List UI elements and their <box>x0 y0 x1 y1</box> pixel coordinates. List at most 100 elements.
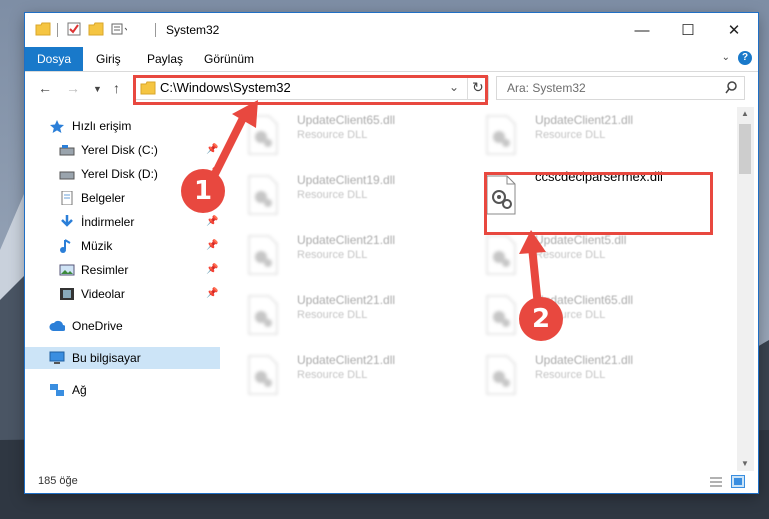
file-name: UpdateClient19.dll <box>297 173 396 187</box>
customize-toolbar-icon[interactable] <box>111 21 127 37</box>
file-type: Resource DLL <box>297 189 368 201</box>
dll-file-icon <box>248 115 278 155</box>
download-icon <box>61 215 73 227</box>
scroll-thumb[interactable] <box>739 124 751 174</box>
file-name: UpdateClient21.dll <box>297 353 396 367</box>
sidebar-item-label: Bu bilgisayar <box>72 351 141 365</box>
tab-paylas[interactable]: Paylaş <box>135 47 195 71</box>
scroll-up-icon[interactable]: ▲ <box>741 109 749 118</box>
details-view-icon[interactable] <box>709 476 723 488</box>
sidebar-item-pictures[interactable]: Resimler 📌 <box>25 259 220 281</box>
help-button[interactable]: ? <box>738 51 752 65</box>
pictures-icon <box>59 264 75 276</box>
tab-gorunum[interactable]: Görünüm <box>192 47 266 71</box>
file-type: Resource DLL <box>297 369 368 381</box>
sidebar-item-label: Yerel Disk (C:) <box>81 143 158 157</box>
file-name: UpdateClient5.dll <box>535 233 627 247</box>
title-bar: System32 — ☐ ✕ <box>25 13 758 47</box>
ribbon-tabs: Dosya Giriş Paylaş Görünüm ⌄ ? <box>25 47 758 72</box>
pin-icon[interactable]: 📌 <box>206 211 218 233</box>
scroll-down-icon[interactable]: ▼ <box>741 459 749 468</box>
cloud-icon <box>49 320 65 331</box>
dll-file-icon <box>486 235 516 275</box>
back-arrow-icon[interactable]: ← <box>38 80 52 96</box>
sidebar-item-network[interactable]: Ağ <box>25 379 220 401</box>
new-folder-icon[interactable] <box>88 21 104 37</box>
status-bar: 185 öğe <box>25 471 758 493</box>
sidebar-item-quick-access[interactable]: Hızlı erişim <box>25 115 220 137</box>
file-item[interactable]: UpdateClient21.dll Resource DLL <box>237 227 467 277</box>
sidebar-item-videos[interactable]: Videolar 📌 <box>25 283 220 305</box>
file-type: Resource DLL <box>535 369 606 381</box>
expand-ribbon-icon[interactable]: ⌄ <box>722 52 730 63</box>
sidebar-item-label: Resimler <box>81 263 129 277</box>
item-count: 185 öğe <box>38 475 78 487</box>
file-type: Resource DLL <box>297 309 368 321</box>
dll-file-icon <box>248 235 278 275</box>
computer-icon <box>49 351 65 364</box>
pin-icon[interactable]: 📌 <box>206 259 218 281</box>
file-item[interactable]: UpdateClient21.dll Resource DLL <box>237 287 467 337</box>
pin-icon[interactable]: 📌 <box>206 283 218 305</box>
dll-file-icon <box>248 355 278 395</box>
dll-file-icon <box>248 175 278 215</box>
forward-arrow-icon[interactable]: → <box>66 80 80 96</box>
tab-giris[interactable]: Giriş <box>84 47 133 71</box>
file-item[interactable]: UpdateClient21.dll Resource DLL <box>475 347 705 397</box>
star-icon <box>50 120 64 133</box>
tab-dosya[interactable]: Dosya <box>25 47 83 71</box>
drive-icon <box>59 145 75 156</box>
dll-file-icon <box>486 115 516 155</box>
large-icons-view-icon[interactable] <box>731 475 745 488</box>
step-1-badge: 1 <box>181 169 225 213</box>
divider <box>155 23 156 37</box>
sidebar-item-this-pc[interactable]: Bu bilgisayar <box>25 347 220 369</box>
sidebar-item-label: Müzik <box>81 239 113 253</box>
file-item[interactable]: UpdateClient65.dll Resource DLL <box>475 287 705 337</box>
sidebar-item-label: Videolar <box>81 287 125 301</box>
address-bar-highlight <box>133 75 488 105</box>
file-type: Resource DLL <box>297 129 368 141</box>
close-button[interactable]: ✕ <box>711 13 757 47</box>
sidebar-item-music[interactable]: Müzik 📌 <box>25 235 220 257</box>
music-icon <box>60 239 71 253</box>
recent-locations-icon[interactable]: ▼ <box>93 84 102 94</box>
search-input[interactable]: Ara: System32 <box>496 76 745 100</box>
file-type: Resource DLL <box>535 129 606 141</box>
sidebar-item-label: Hızlı erişim <box>72 119 132 133</box>
file-item[interactable]: UpdateClient65.dll Resource DLL <box>237 107 467 157</box>
maximize-button[interactable]: ☐ <box>665 13 711 47</box>
up-arrow-icon[interactable]: ↑ <box>113 80 120 96</box>
properties-icon[interactable] <box>66 21 82 37</box>
search-icon <box>725 81 737 94</box>
step-2-badge: 2 <box>519 297 563 341</box>
folder-icon <box>35 21 51 37</box>
minimize-button[interactable]: — <box>619 13 665 47</box>
sidebar-item-label: Yerel Disk (D:) <box>81 167 158 181</box>
network-icon <box>50 384 64 396</box>
file-list: UpdateClient65.dll Resource DLL UpdateCl… <box>237 107 737 471</box>
window-title: System32 <box>166 23 220 37</box>
sidebar-item-downloads[interactable]: İndirmeler 📌 <box>25 211 220 233</box>
sidebar-item-label: OneDrive <box>72 319 123 333</box>
navigation-pane: Hızlı erişim Yerel Disk (C:) 📌 Yerel Dis… <box>25 107 220 471</box>
file-item[interactable]: UpdateClient19.dll Resource DLL <box>237 167 467 217</box>
pin-icon[interactable]: 📌 <box>206 235 218 257</box>
sidebar-item-label: Ağ <box>72 383 87 397</box>
file-name: UpdateClient65.dll <box>297 113 396 127</box>
videos-icon <box>60 288 74 300</box>
file-type: Resource DLL <box>297 249 368 261</box>
file-type: Resource DLL <box>535 249 606 261</box>
drive-icon <box>59 171 75 180</box>
file-item[interactable]: UpdateClient21.dll Resource DLL <box>475 107 705 157</box>
pin-icon[interactable]: 📌 <box>206 139 218 161</box>
divider <box>57 23 58 37</box>
file-name: UpdateClient21.dll <box>535 113 634 127</box>
vertical-scrollbar[interactable]: ▲ ▼ <box>737 107 754 471</box>
sidebar-item-label: İndirmeler <box>81 215 135 229</box>
sidebar-item-onedrive[interactable]: OneDrive <box>25 315 220 337</box>
documents-icon <box>61 191 73 205</box>
sidebar-item-disk-c[interactable]: Yerel Disk (C:) 📌 <box>25 139 220 161</box>
file-item[interactable]: UpdateClient21.dll Resource DLL <box>237 347 467 397</box>
sidebar-item-label: Belgeler <box>81 191 126 205</box>
